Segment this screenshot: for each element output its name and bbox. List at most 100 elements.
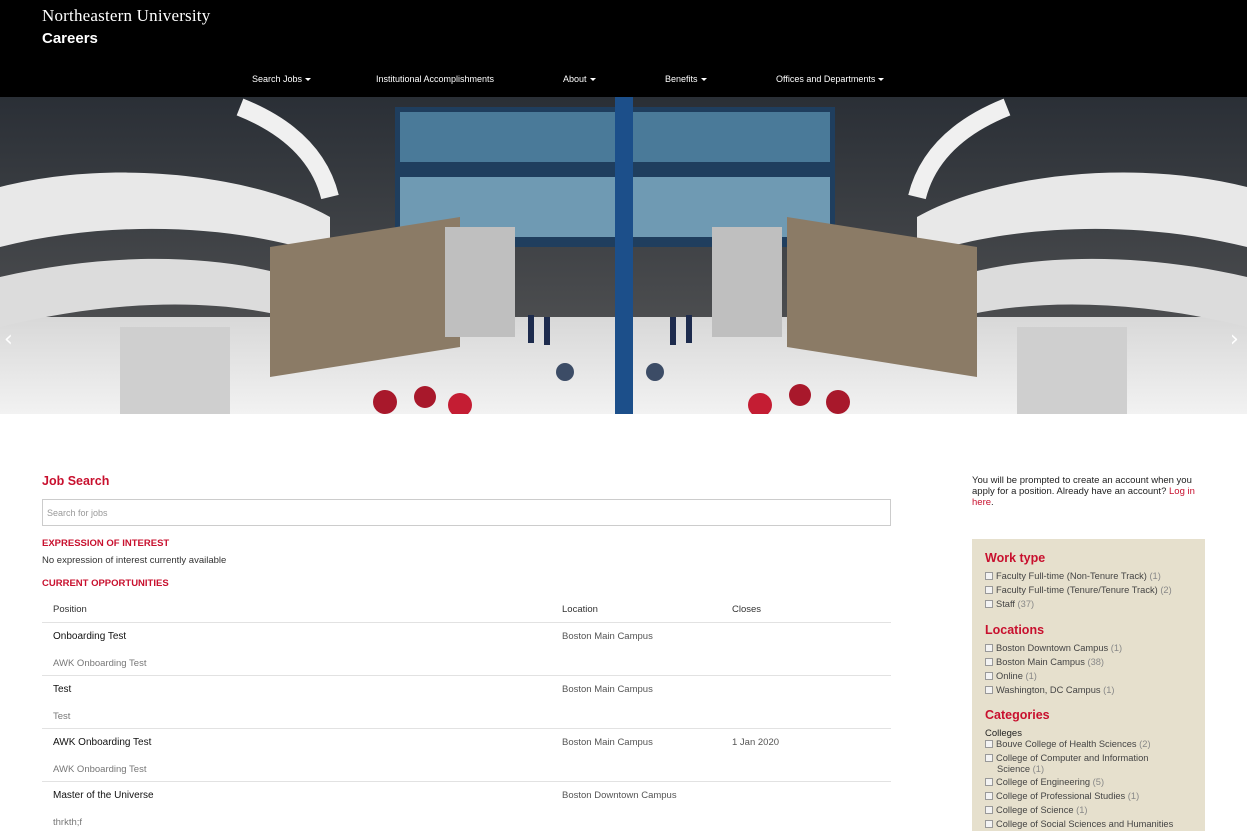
filter-label: Online: [996, 671, 1023, 681]
job-row[interactable]: Onboarding Test Boston Main Campus AWK O…: [42, 622, 891, 675]
checkbox[interactable]: [985, 644, 993, 652]
filter-panel: Work type Faculty Full-time (Non-Tenure …: [972, 539, 1205, 831]
carousel-prev-icon[interactable]: ‹: [4, 327, 13, 352]
hero-carousel: ‹ ›: [0, 97, 1247, 414]
job-row[interactable]: AWK Onboarding Test Boston Main Campus 1…: [42, 728, 891, 781]
column-location[interactable]: Location: [562, 604, 598, 615]
nav-institutional-accomplishments[interactable]: Institutional Accomplishments: [376, 74, 494, 84]
work-type-title: Work type: [985, 551, 1046, 565]
checkbox[interactable]: [985, 586, 993, 594]
categories-title: Categories: [985, 708, 1050, 722]
site-header: Northeastern University Careers Search J…: [0, 0, 1247, 97]
locations-title: Locations: [985, 623, 1045, 637]
filter-location-item[interactable]: Boston Downtown Campus (1): [985, 643, 1122, 653]
filter-category-item[interactable]: Bouve College of Health Sciences (2): [985, 739, 1151, 749]
nav-label: About: [563, 74, 587, 84]
caret-down-icon: [589, 78, 596, 82]
filter-category-item[interactable]: College of Science (1): [985, 805, 1088, 815]
filter-count: (38): [1087, 657, 1105, 667]
filter-label: Faculty Full-time (Non-Tenure Track): [996, 571, 1147, 581]
filter-location-item[interactable]: Boston Main Campus (38): [985, 657, 1104, 667]
checkbox[interactable]: [985, 778, 993, 786]
job-search-input[interactable]: [42, 499, 891, 526]
eoi-text: No expression of interest currently avai…: [42, 555, 227, 566]
job-row[interactable]: Master of the Universe Boston Downtown C…: [42, 781, 891, 831]
hero-image: [0, 97, 1247, 414]
checkbox[interactable]: [985, 740, 993, 748]
checkbox[interactable]: [985, 820, 993, 828]
filter-label: College of Professional Studies: [996, 791, 1126, 801]
filter-count: (2): [1160, 585, 1172, 595]
university-logo-text[interactable]: Northeastern University: [42, 6, 210, 26]
filter-work-type-item[interactable]: Staff (37): [985, 599, 1034, 609]
caret-down-icon: [700, 78, 707, 82]
job-description: AWK Onboarding Test: [53, 658, 147, 669]
checkbox[interactable]: [985, 806, 993, 814]
filter-work-type-item[interactable]: Faculty Full-time (Tenure/Tenure Track) …: [985, 585, 1172, 595]
filter-count: (1): [1076, 805, 1088, 815]
filter-category-item-cont[interactable]: Science (1): [997, 764, 1044, 774]
filter-work-type-item[interactable]: Faculty Full-time (Non-Tenure Track) (1): [985, 571, 1161, 581]
filter-count: (1): [1149, 571, 1161, 581]
filter-location-item[interactable]: Washington, DC Campus (1): [985, 685, 1115, 695]
filter-label: Staff: [996, 599, 1015, 609]
checkbox[interactable]: [985, 672, 993, 680]
job-location: Boston Main Campus: [562, 631, 653, 642]
job-title[interactable]: Onboarding Test: [53, 631, 126, 642]
filter-category-item[interactable]: College of Computer and Information: [985, 753, 1148, 763]
nav-benefits[interactable]: Benefits: [665, 74, 707, 84]
nav-offices-departments[interactable]: Offices and Departments: [776, 74, 885, 84]
filter-label: Faculty Full-time (Tenure/Tenure Track): [996, 585, 1158, 595]
careers-logo-text[interactable]: Careers: [42, 30, 98, 47]
job-description: AWK Onboarding Test: [53, 764, 147, 775]
nav-label: Offices and Departments: [776, 74, 876, 84]
job-location: Boston Main Campus: [562, 684, 653, 695]
filter-label: Boston Downtown Campus: [996, 643, 1109, 653]
account-note: You will be prompted to create an accoun…: [972, 475, 1212, 508]
caret-down-icon: [878, 78, 885, 82]
filter-location-item[interactable]: Online (1): [985, 671, 1037, 681]
checkbox[interactable]: [985, 686, 993, 694]
account-note-text: You will be prompted to create an accoun…: [972, 475, 1192, 497]
filter-count: (1): [1127, 791, 1140, 801]
categories-subtitle: Colleges: [985, 728, 1022, 739]
caret-down-icon: [305, 78, 312, 82]
job-title[interactable]: Master of the Universe: [53, 790, 154, 801]
checkbox[interactable]: [985, 658, 993, 666]
filter-label: College of Engineering: [996, 777, 1091, 787]
nav-label: Benefits: [665, 74, 698, 84]
nav-about[interactable]: About: [563, 74, 596, 84]
job-title[interactable]: AWK Onboarding Test: [53, 737, 151, 748]
filter-category-item[interactable]: College of Professional Studies (1): [985, 791, 1139, 801]
checkbox[interactable]: [985, 754, 993, 762]
job-title[interactable]: Test: [53, 684, 71, 695]
filter-count: (1): [1025, 671, 1037, 681]
filter-category-item[interactable]: College of Engineering (5): [985, 777, 1104, 787]
filter-label: College of Computer and Information: [996, 753, 1149, 763]
filter-label: Science: [997, 764, 1031, 774]
job-description: Test: [53, 711, 71, 722]
filter-label: Boston Main Campus: [996, 657, 1085, 667]
filter-count: (37): [1017, 599, 1035, 609]
job-closes: 1 Jan 2020: [732, 737, 780, 748]
current-opportunities-title: CURRENT OPPORTUNITIES: [42, 578, 169, 589]
filter-count: (1): [1110, 643, 1123, 653]
eoi-title: EXPRESSION OF INTEREST: [42, 538, 170, 549]
filter-label: Washington, DC Campus: [996, 685, 1101, 695]
filter-count: (1): [1032, 764, 1045, 774]
filter-category-item[interactable]: College of Social Sciences and Humanitie…: [985, 819, 1173, 829]
job-description: thrkth;f: [53, 817, 83, 828]
nav-search-jobs[interactable]: Search Jobs: [252, 74, 312, 84]
checkbox[interactable]: [985, 572, 993, 580]
checkbox[interactable]: [985, 600, 993, 608]
login-suffix: .: [991, 497, 994, 508]
nav-label: Institutional Accomplishments: [376, 74, 495, 84]
checkbox[interactable]: [985, 792, 993, 800]
filter-label: College of Science: [996, 805, 1074, 815]
column-position[interactable]: Position: [53, 604, 87, 615]
nav-label: Search Jobs: [252, 74, 303, 84]
job-row[interactable]: Test Boston Main Campus Test: [42, 675, 891, 728]
column-closes[interactable]: Closes: [732, 604, 761, 615]
carousel-next-icon[interactable]: ›: [1230, 327, 1239, 352]
filter-label: Bouve College of Health Sciences: [996, 739, 1137, 749]
